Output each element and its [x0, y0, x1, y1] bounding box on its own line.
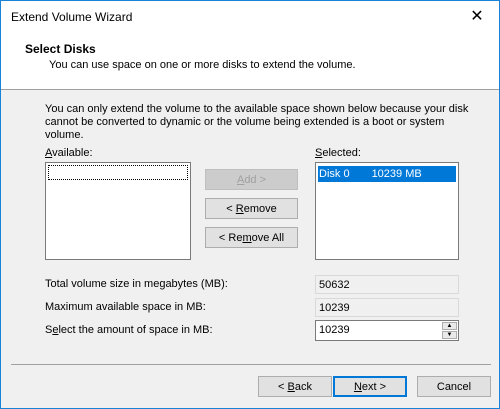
spin-down-icon[interactable]: ▼	[442, 331, 457, 339]
max-space-label: Maximum available space in MB:	[45, 301, 206, 313]
amount-value: 10239	[319, 324, 350, 336]
page-title: Select Disks	[25, 42, 96, 56]
total-size-label: Total volume size in megabytes (MB):	[45, 278, 228, 290]
info-text: You can only extend the volume to the av…	[45, 103, 469, 141]
total-size-field: 50632	[315, 275, 459, 294]
remove-all-button[interactable]: < Re m ove All	[205, 227, 298, 248]
extend-volume-wizard-window: Extend Volume Wizard ✕ Select Disks You …	[0, 0, 500, 409]
focus-rectangle	[48, 165, 188, 180]
selected-label: Selected:	[315, 147, 361, 159]
cancel-button[interactable]: Cancel	[417, 376, 491, 397]
footer-divider	[11, 364, 491, 365]
remove-button[interactable]: < Remove	[205, 198, 298, 219]
wizard-header: Select Disks You can use space on one or…	[1, 31, 499, 90]
available-label: Available:	[45, 147, 93, 159]
amount-label: Select the amount of space in MB:	[45, 324, 213, 336]
spin-arrows: ▲ ▼	[442, 322, 457, 339]
max-space-field: 10239	[315, 298, 459, 317]
disk-name: Disk 0	[319, 168, 350, 180]
window-title: Extend Volume Wizard	[11, 10, 133, 24]
disk-size: 10239 MB	[371, 168, 422, 180]
title-bar: Extend Volume Wizard ✕	[1, 1, 499, 31]
selected-disks-list[interactable]: Disk 0 10239 MB	[315, 162, 459, 260]
add-button[interactable]: Add >	[205, 169, 298, 190]
list-item[interactable]: Disk 0 10239 MB	[318, 166, 456, 182]
next-button[interactable]: Next >	[333, 376, 407, 397]
page-subtitle: You can use space on one or more disks t…	[49, 59, 356, 71]
available-disks-list[interactable]	[45, 162, 191, 260]
back-button[interactable]: < Back	[258, 376, 332, 397]
amount-spinbox[interactable]: 10239 ▲ ▼	[315, 320, 459, 341]
spin-up-icon[interactable]: ▲	[442, 322, 457, 330]
close-icon[interactable]: ✕	[455, 1, 499, 31]
